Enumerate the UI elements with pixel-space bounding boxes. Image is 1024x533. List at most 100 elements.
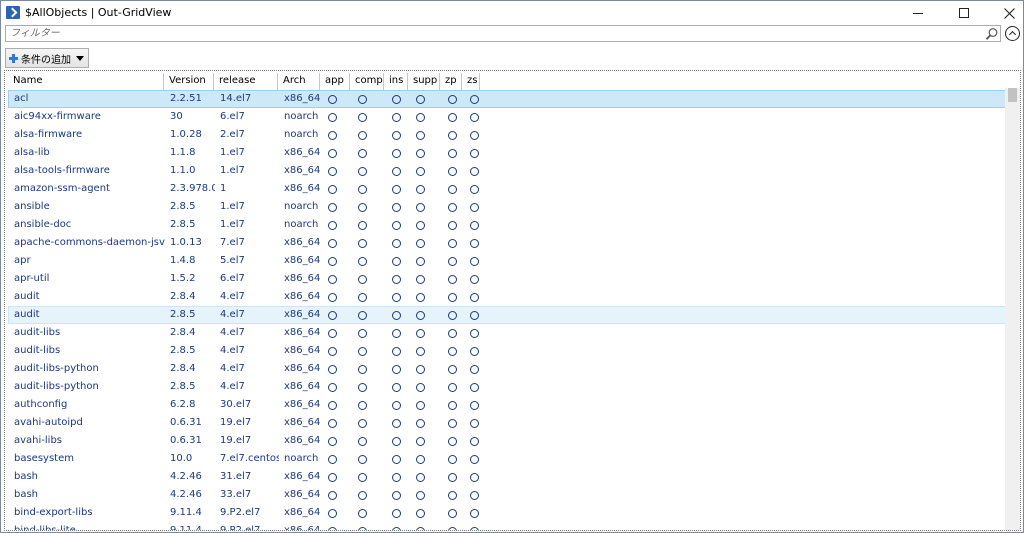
- table-row[interactable]: bind-libs-lite 9.11.4 9.P2.el7 x86_64: [8, 522, 1006, 531]
- radio-empty-icon: [358, 328, 367, 338]
- cell-app: [321, 127, 351, 143]
- radio-empty-icon: [416, 148, 425, 158]
- cell-app: [321, 199, 351, 215]
- cell-zs: [463, 433, 481, 449]
- cell-ins: [385, 451, 409, 467]
- column-header-ins[interactable]: ins: [384, 73, 408, 90]
- table-row[interactable]: ansible-doc 2.8.5 1.el7 noarch: [8, 216, 1006, 234]
- cell-arch: x86_64: [284, 165, 321, 176]
- table-row[interactable]: apr-util 1.5.2 6.el7 x86_64: [8, 270, 1006, 288]
- cell-name: ansible-doc: [14, 219, 72, 230]
- table-row[interactable]: basesystem 10.0 7.el7.centos noarch: [8, 450, 1006, 468]
- cell-zp: [441, 361, 463, 377]
- cell-version: 1.5.2: [170, 273, 196, 284]
- cell-release: 9.P2.el7: [220, 525, 261, 531]
- search-icon[interactable]: [985, 27, 999, 41]
- close-button[interactable]: [986, 1, 1024, 25]
- cell-app: [321, 379, 351, 395]
- cell-name: apr-util: [14, 273, 50, 284]
- radio-empty-icon: [470, 418, 479, 428]
- cell-arch: noarch: [284, 219, 319, 230]
- cell-version: 1.1.0: [170, 165, 196, 176]
- table-row[interactable]: audit-libs 2.8.4 4.el7 x86_64: [8, 324, 1006, 342]
- cell-release: 19.el7: [220, 435, 252, 446]
- radio-empty-icon: [470, 310, 479, 320]
- radio-empty-icon: [358, 94, 367, 104]
- cell-comp: [351, 127, 385, 143]
- table-row[interactable]: bash 4.2.46 31.el7 x86_64: [8, 468, 1006, 486]
- cell-comp: [351, 379, 385, 395]
- add-criteria-button[interactable]: 条件の追加: [5, 48, 89, 68]
- column-header-comp[interactable]: comp: [350, 73, 384, 90]
- cell-app: [321, 109, 351, 125]
- radio-empty-icon: [328, 490, 337, 500]
- radio-empty-icon: [358, 292, 367, 302]
- table-row[interactable]: alsa-firmware 1.0.28 2.el7 noarch: [8, 126, 1006, 144]
- radio-empty-icon: [328, 328, 337, 338]
- column-header-version[interactable]: Version: [164, 73, 214, 90]
- cell-name: basesystem: [14, 453, 74, 464]
- cell-ins: [385, 379, 409, 395]
- cell-arch: x86_64: [284, 291, 321, 302]
- table-row[interactable]: bind-export-libs 9.11.4 9.P2.el7 x86_64: [8, 504, 1006, 522]
- table-row[interactable]: audit-libs-python 2.8.5 4.el7 x86_64: [8, 378, 1006, 396]
- table-row[interactable]: authconfig 6.2.8 30.el7 x86_64: [8, 396, 1006, 414]
- column-header-zp[interactable]: zp: [440, 73, 462, 90]
- radio-empty-icon: [448, 148, 457, 158]
- radio-empty-icon: [358, 202, 367, 212]
- cell-name: bash: [14, 489, 39, 500]
- column-header-release[interactable]: release: [214, 73, 278, 90]
- grid-body: acl 2.2.51 14.el7 x86_64 aic94xx-firmware 30 6…: [8, 90, 1006, 531]
- table-row[interactable]: audit 2.8.5 4.el7 x86_64: [8, 306, 1006, 324]
- table-row[interactable]: acl 2.2.51 14.el7 x86_64: [8, 90, 1006, 108]
- cell-app: [321, 235, 351, 251]
- table-row[interactable]: avahi-libs 0.6.31 19.el7 x86_64: [8, 432, 1006, 450]
- table-row[interactable]: apache-commons-daemon-jsvc 1.0.13 7.el7 x86…: [8, 234, 1006, 252]
- table-row[interactable]: bash 4.2.46 33.el7 x86_64: [8, 486, 1006, 504]
- radio-empty-icon: [416, 436, 425, 446]
- cell-release: 33.el7: [220, 489, 252, 500]
- cell-version: 2.2.51: [170, 93, 202, 104]
- table-row[interactable]: audit-libs 2.8.5 4.el7 x86_64: [8, 342, 1006, 360]
- filter-input[interactable]: [5, 25, 1001, 42]
- column-header-zs[interactable]: zs: [462, 73, 480, 90]
- cell-supp: [409, 487, 441, 503]
- cell-zs: [463, 325, 481, 341]
- table-row[interactable]: audit-libs-python 2.8.4 4.el7 x86_64: [8, 360, 1006, 378]
- maximize-button[interactable]: [941, 1, 987, 25]
- table-row[interactable]: avahi-autoipd 0.6.31 19.el7 x86_64: [8, 414, 1006, 432]
- cell-zs: [463, 307, 481, 323]
- cell-name: audit-libs: [14, 345, 61, 356]
- table-row[interactable]: apr 1.4.8 5.el7 x86_64: [8, 252, 1006, 270]
- table-row[interactable]: aic94xx-firmware 30 6.el7 noarch: [8, 108, 1006, 126]
- table-row[interactable]: amazon-ssm-agent 2.3.978.0 1 x86_64: [8, 180, 1006, 198]
- table-row[interactable]: audit 2.8.4 4.el7 x86_64: [8, 288, 1006, 306]
- radio-empty-icon: [328, 238, 337, 248]
- column-header-supp[interactable]: supp: [408, 73, 440, 90]
- radio-empty-icon: [448, 292, 457, 302]
- cell-ins: [385, 217, 409, 233]
- cell-comp: [351, 451, 385, 467]
- cell-release: 1.el7: [220, 147, 245, 158]
- minimize-button[interactable]: [895, 1, 941, 25]
- cell-zp: [441, 199, 463, 215]
- table-row[interactable]: ansible 2.8.5 1.el7 noarch: [8, 198, 1006, 216]
- cell-zp: [441, 487, 463, 503]
- column-header-app[interactable]: app: [320, 73, 350, 90]
- chevron-up-circle-icon[interactable]: [1005, 26, 1020, 41]
- cell-comp: [351, 361, 385, 377]
- radio-empty-icon: [448, 346, 457, 356]
- title-bar[interactable]: $AllObjects | Out-GridView: [1, 1, 1023, 25]
- cell-arch: noarch: [284, 129, 319, 140]
- vertical-scrollbar[interactable]: [1005, 88, 1020, 530]
- column-header-name[interactable]: Name: [8, 73, 164, 90]
- radio-empty-icon: [470, 346, 479, 356]
- scrollbar-thumb[interactable]: [1008, 88, 1017, 102]
- column-header-arch[interactable]: Arch: [278, 73, 320, 90]
- radio-empty-icon: [358, 310, 367, 320]
- table-row[interactable]: alsa-tools-firmware 1.1.0 1.el7 x86_64: [8, 162, 1006, 180]
- cell-ins: [385, 91, 409, 107]
- cell-zp: [441, 163, 463, 179]
- table-row[interactable]: alsa-lib 1.1.8 1.el7 x86_64: [8, 144, 1006, 162]
- radio-empty-icon: [448, 256, 457, 266]
